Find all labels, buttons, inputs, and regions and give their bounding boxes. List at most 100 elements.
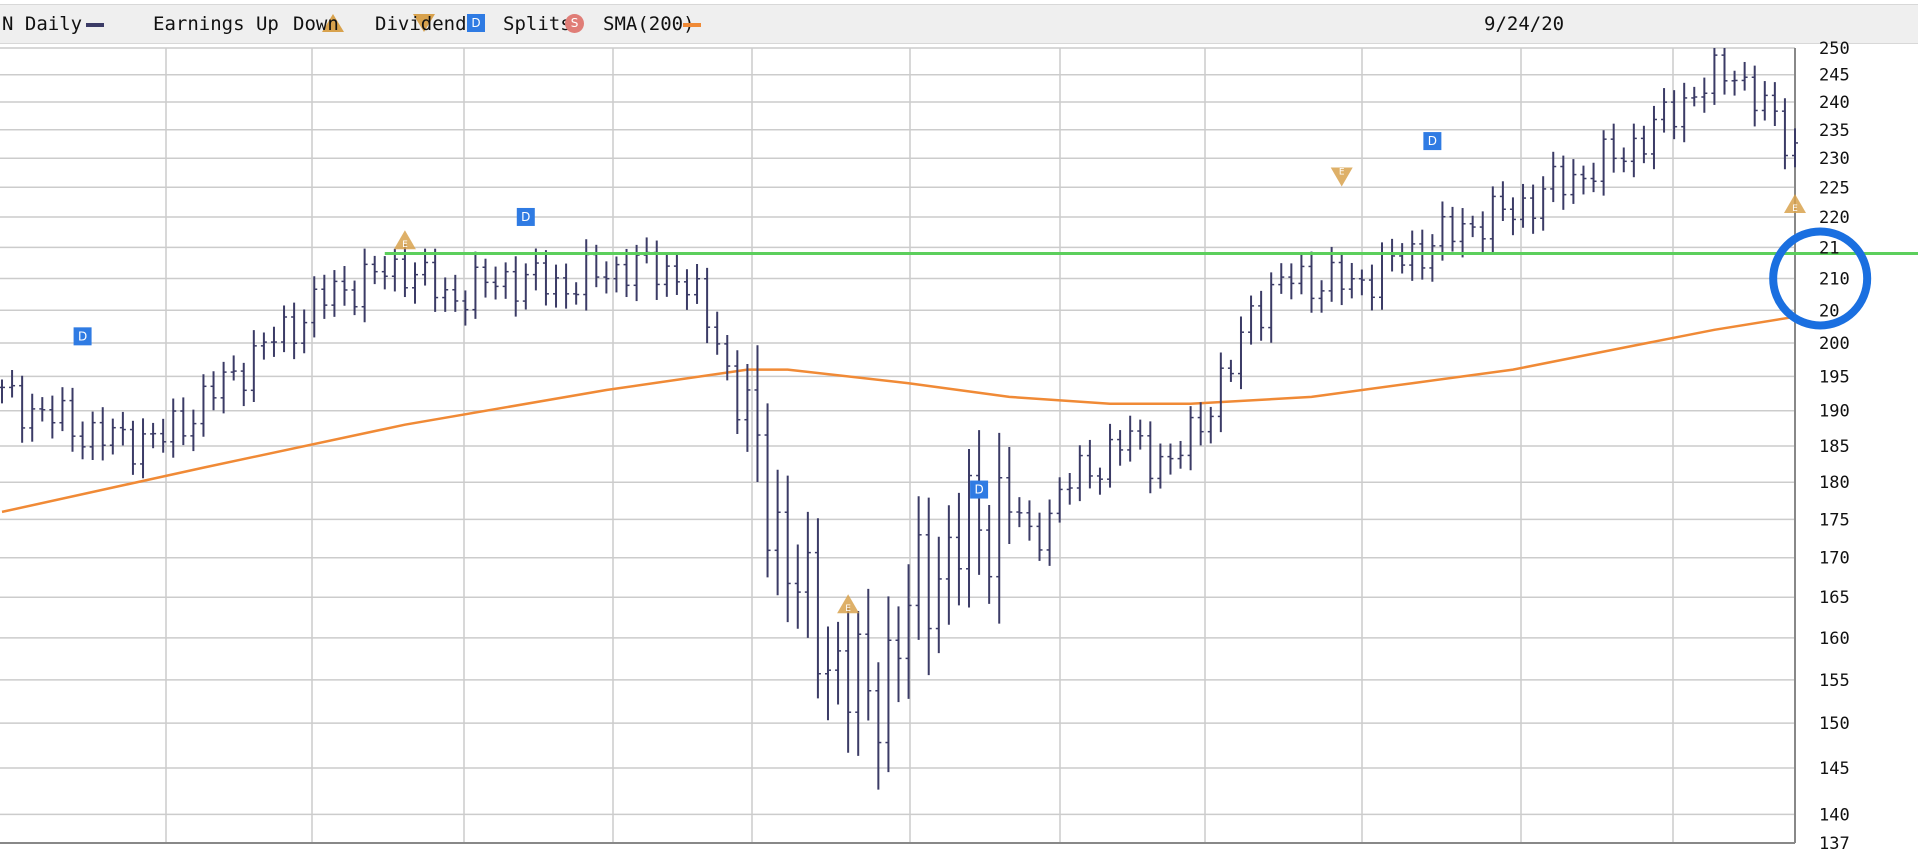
price-bar [734, 350, 741, 435]
price-bar [1248, 295, 1255, 345]
earnings-up-marker: E [393, 230, 416, 250]
y-tick-label: 175 [1819, 510, 1850, 530]
price-bar [361, 248, 368, 323]
price-bar [140, 418, 147, 479]
price-bar [996, 432, 1003, 624]
price-bar [694, 263, 701, 304]
price-bar [1439, 201, 1446, 261]
price-bar [764, 403, 771, 578]
price-bar [1016, 497, 1023, 528]
price-bar [1046, 499, 1053, 566]
price-bar [865, 588, 872, 721]
dividend-marker: D [73, 327, 92, 346]
price-bar [452, 274, 459, 312]
price-bar [1127, 415, 1134, 462]
price-bar [1237, 316, 1244, 390]
price-bar [79, 421, 86, 460]
price-bar [1308, 251, 1315, 313]
dividend-marker: D [970, 480, 989, 499]
price-bar [1368, 264, 1375, 311]
price-bar [432, 248, 439, 312]
price-bar [49, 395, 56, 439]
y-tick-label: 230 [1819, 149, 1850, 169]
price-bar [653, 240, 660, 300]
price-bar [1358, 269, 1365, 296]
y-tick-label: 145 [1819, 759, 1850, 779]
earnings-letter: E [402, 240, 408, 250]
price-bar [714, 311, 721, 355]
price-bar [623, 248, 630, 298]
price-bar [1086, 439, 1093, 489]
price-bar [925, 497, 932, 676]
price-bar [663, 252, 670, 297]
price-bar [1530, 184, 1537, 234]
price-bar [1469, 215, 1476, 238]
price-bar [1348, 262, 1355, 299]
price-bar [1701, 77, 1708, 113]
price-bar [391, 248, 398, 292]
y-tick-label: 220 [1819, 208, 1850, 228]
price-bar [1137, 419, 1144, 450]
price-bar [150, 422, 157, 449]
price-bar [371, 255, 378, 285]
y-tick-label: 155 [1819, 671, 1850, 691]
price-bar [1197, 402, 1204, 446]
earnings-up-marker: E [1784, 194, 1806, 214]
price-bar [976, 430, 983, 575]
price-bar [824, 626, 831, 721]
y-axis: 2502452402352302252202121020200195190185… [1819, 39, 1850, 854]
y-tick-label: 137 [1819, 834, 1850, 854]
chart-grid [0, 47, 1796, 844]
price-bar [1409, 230, 1416, 281]
price-bar [240, 362, 247, 407]
price-bar [1107, 423, 1114, 488]
price-bar [0, 379, 5, 404]
price-bar [814, 518, 821, 699]
price-bar [704, 267, 711, 344]
price-bar [119, 411, 126, 446]
y-tick-label: 210 [1819, 269, 1850, 289]
price-bar [381, 256, 388, 290]
price-bar [270, 326, 277, 357]
price-bar [1066, 472, 1073, 505]
price-bar [895, 606, 902, 703]
price-bar [9, 369, 16, 398]
price-bar [573, 282, 580, 305]
price-bar [835, 621, 842, 705]
dividend-letter: D [78, 329, 87, 343]
y-tick-label: 225 [1819, 178, 1850, 198]
y-tick-label: 180 [1819, 473, 1850, 493]
price-bar [522, 263, 529, 310]
price-bar [321, 274, 328, 319]
price-bar [563, 263, 570, 309]
price-bar [1661, 88, 1668, 133]
price-bar [1449, 206, 1456, 252]
price-bar [59, 387, 66, 432]
price-bar [200, 374, 207, 437]
price-bar [1268, 272, 1275, 343]
dividend-letter: D [1428, 134, 1437, 148]
price-bar [1459, 208, 1466, 258]
price-bar [855, 610, 862, 756]
price-bar [170, 398, 177, 458]
price-bar [1258, 290, 1265, 341]
price-bar [754, 345, 761, 482]
price-chart: DDDDEEEE 2502452402352302252202121020200… [0, 39, 1918, 854]
price-bar [935, 536, 942, 654]
y-tick-label: 165 [1819, 588, 1850, 608]
dividend-marker: D [516, 207, 535, 226]
price-bar [250, 330, 257, 402]
price-bar [1691, 86, 1698, 107]
price-bar [774, 469, 781, 596]
y-tick-label: 21 [1819, 238, 1839, 258]
price-bar [1187, 406, 1194, 471]
price-bar [281, 305, 288, 353]
price-bar [1580, 165, 1587, 195]
dividend-letter: D [974, 483, 983, 497]
price-bar [1288, 263, 1295, 300]
price-bar [1318, 280, 1325, 313]
price-bar [1006, 446, 1013, 545]
price-bar [1389, 238, 1396, 272]
earnings-letter: E [1792, 204, 1798, 214]
price-bars [0, 48, 1798, 790]
